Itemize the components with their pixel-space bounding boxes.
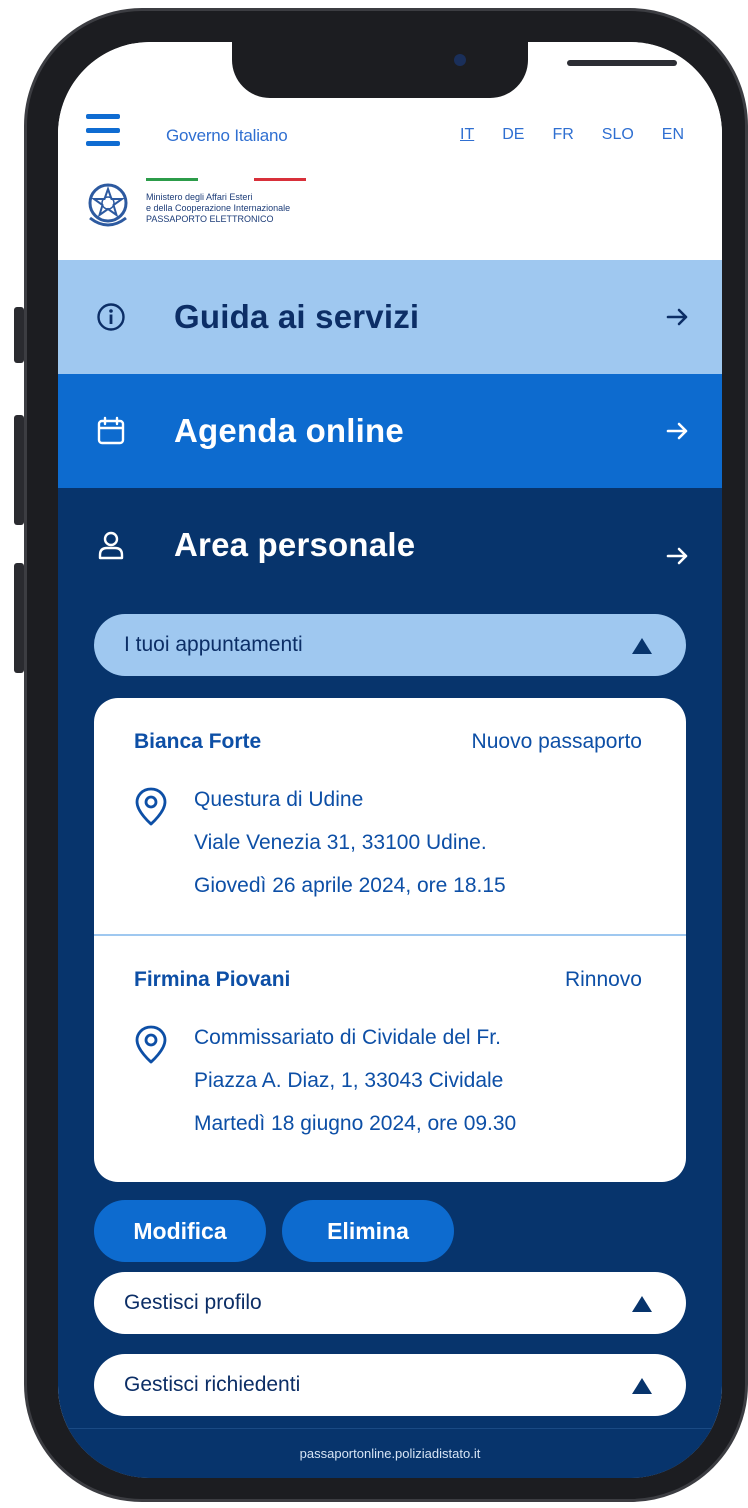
url-text: passaportonline.poliziadistato.it [299, 1446, 481, 1461]
personal-area-panel: I tuoi appuntamenti Bianca Forte Nuovo p… [58, 602, 722, 1478]
ministry-line: PASSAPORTO ELETTRONICO [146, 214, 274, 224]
appointment-person: Bianca Forte [134, 730, 262, 753]
appointment-datetime: Martedì 18 giugno 2024, ore 09.30 [194, 1112, 517, 1135]
manage-profile-accordion[interactable]: Gestisci profilo [94, 1272, 686, 1334]
side-button-volume-up [14, 415, 24, 525]
lang-de[interactable]: DE [502, 126, 524, 144]
menu-item-guida-ai-servizi[interactable]: Guida ai servizi [58, 260, 722, 374]
menu-item-label: Agenda online [174, 412, 404, 449]
user-icon [98, 531, 124, 560]
triangle-up-icon [632, 1378, 652, 1394]
appointment-datetime: Giovedì 26 aprile 2024, ore 18.15 [194, 874, 506, 897]
location-pin-icon [135, 1025, 167, 1064]
accordion-label: I tuoi appuntamenti [124, 633, 303, 656]
accordion-label: Gestisci richiedenti [124, 1373, 301, 1396]
delete-appointment-button[interactable]: Elimina [282, 1200, 454, 1262]
earpiece-speaker [567, 60, 677, 66]
arrow-right-icon [666, 547, 688, 565]
side-button-volume-down [14, 563, 24, 673]
appointment-type: Nuovo passaporto [471, 730, 642, 753]
side-button-mute [14, 307, 24, 363]
info-icon [97, 303, 125, 331]
appointment-details: Commissariato di Cividale del Fr. Piazza… [194, 1016, 516, 1145]
manage-applicants-accordion[interactable]: Gestisci richiedenti [94, 1354, 686, 1416]
governo-italiano-link[interactable]: Governo Italiano [166, 126, 288, 146]
location-pin-icon [135, 787, 167, 826]
language-switcher: IT DE FR SLO EN [460, 126, 684, 144]
accordion-label: Gestisci profilo [124, 1291, 262, 1314]
menu-item-label: Guida ai servizi [174, 298, 420, 335]
lang-slo[interactable]: SLO [602, 126, 634, 144]
appointment-item[interactable]: Bianca Forte Nuovo passaporto Questura d… [94, 698, 686, 934]
lang-fr[interactable]: FR [552, 126, 573, 144]
triangle-up-icon [632, 1296, 652, 1312]
ministry-line: e della Cooperazione Internazionale [146, 203, 291, 213]
edit-appointment-button[interactable]: Modifica [94, 1200, 266, 1262]
appointment-type: Rinnovo [564, 968, 642, 991]
arrow-right-icon [666, 422, 688, 440]
appointment-office: Questura di Udine [194, 788, 364, 811]
menu-item-label: Area personale [174, 526, 416, 563]
ministry-logo-text: Ministero degli Affari Esteri e della Co… [146, 192, 386, 225]
triangle-up-icon [632, 638, 652, 654]
appointment-item[interactable]: Firmina Piovani Rinnovo Commissariato di… [94, 936, 686, 1182]
tricolor-line [146, 178, 306, 181]
appointment-address: Viale Venezia 31, 33100 Udine. [194, 831, 487, 854]
phone-screen: Governo Italiano IT DE FR SLO EN Ministe… [58, 42, 722, 1478]
calendar-icon [97, 416, 125, 445]
appointments-card: Bianca Forte Nuovo passaporto Questura d… [94, 698, 686, 1182]
lang-it[interactable]: IT [460, 126, 474, 144]
notch [232, 42, 677, 98]
browser-url-bar[interactable]: passaportonline.poliziadistato.it [58, 1428, 722, 1478]
appointment-details: Questura di Udine Viale Venezia 31, 3310… [194, 778, 506, 907]
appointment-address: Piazza A. Diaz, 1, 33043 Cividale [194, 1069, 504, 1092]
appointment-office: Commissariato di Cividale del Fr. [194, 1026, 501, 1049]
ministry-line: Ministero degli Affari Esteri [146, 192, 253, 202]
arrow-right-icon [666, 308, 688, 326]
lang-en[interactable]: EN [662, 126, 684, 144]
appointments-accordion[interactable]: I tuoi appuntamenti [94, 614, 686, 676]
menu-item-agenda-online[interactable]: Agenda online [58, 374, 722, 488]
hamburger-menu-icon[interactable] [86, 114, 120, 146]
menu-item-area-personale[interactable]: Area personale [58, 488, 722, 602]
front-camera [454, 54, 466, 66]
appointment-person: Firmina Piovani [134, 968, 291, 991]
italian-republic-emblem-icon [88, 183, 128, 227]
